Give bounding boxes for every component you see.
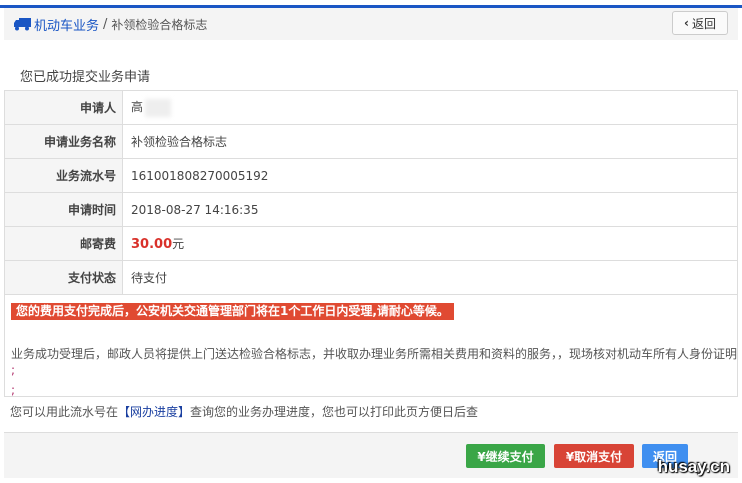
- breadcrumb-separator: /: [103, 16, 108, 32]
- application-details-table: 申请人高 申请业务名称 补领检验合格标志 业务流水号 161001808270005…: [4, 90, 738, 295]
- postage-value: 30.00元: [122, 226, 738, 261]
- header-bar: 机动车业务 / 补领检验合格标志 ‹ 返回: [4, 8, 738, 40]
- apply-time-label: 申请时间: [4, 192, 123, 227]
- serial-number-label: 业务流水号: [4, 158, 123, 193]
- truck-icon: [14, 18, 31, 31]
- applicant-value: 高: [122, 90, 738, 125]
- postage-label: 邮寄费: [4, 226, 123, 261]
- alert-notice: 您的费用支付完成后，公安机关交通管理部门将在1个工作日内受理,请耐心等候。: [11, 303, 454, 320]
- chevron-left-icon: ‹: [684, 16, 689, 30]
- payment-status-value: 待支付: [122, 260, 738, 295]
- continue-payment-button[interactable]: ¥继续支付: [466, 444, 545, 468]
- table-row: 申请时间 2018-08-27 14:16:35: [4, 192, 738, 227]
- cancel-payment-button[interactable]: ¥取消支付: [554, 444, 634, 468]
- back-button-top[interactable]: ‹ 返回: [672, 11, 728, 35]
- table-row: 邮寄费 30.00元: [4, 226, 738, 261]
- query-hint: 您可以用此流水号在【网办进度】查询您的业务办理进度，您也可以打印此页方便日后查: [10, 405, 479, 419]
- separator-text: ;: [11, 383, 16, 397]
- info-panel: 您的费用支付完成后，公安机关交通管理部门将在1个工作日内受理,请耐心等候。 业务…: [4, 295, 738, 397]
- redacted-name: [145, 98, 172, 117]
- page-title: 您已成功提交业务申请: [20, 70, 151, 85]
- separator-text: ;: [11, 363, 16, 377]
- apply-time-value: 2018-08-27 14:16:35: [122, 192, 738, 227]
- breadcrumb-vehicle-business[interactable]: 机动车业务: [34, 15, 99, 34]
- table-row: 申请业务名称 补领检验合格标志: [4, 124, 738, 159]
- table-row: 支付状态 待支付: [4, 260, 738, 295]
- footer-actions: ¥继续支付 ¥取消支付 返回: [4, 432, 738, 478]
- applicant-label: 申请人: [4, 90, 123, 125]
- table-row: 业务流水号 161001808270005192: [4, 158, 738, 193]
- serial-number-value: 161001808270005192: [122, 158, 738, 193]
- table-row: 申请人高: [4, 90, 738, 125]
- business-name-label: 申请业务名称: [4, 124, 123, 159]
- breadcrumb-current: 补领检验合格标志: [111, 17, 208, 32]
- payment-status-label: 支付状态: [4, 260, 123, 295]
- business-name-value: 补领检验合格标志: [122, 124, 738, 159]
- watermark: husay.cn: [657, 457, 730, 476]
- progress-link[interactable]: 【网办进度】: [118, 405, 190, 419]
- service-description: 业务成功受理后，邮政人员将提供上门送达检验合格标志，并收取办理业务所需相关费用和…: [11, 347, 738, 361]
